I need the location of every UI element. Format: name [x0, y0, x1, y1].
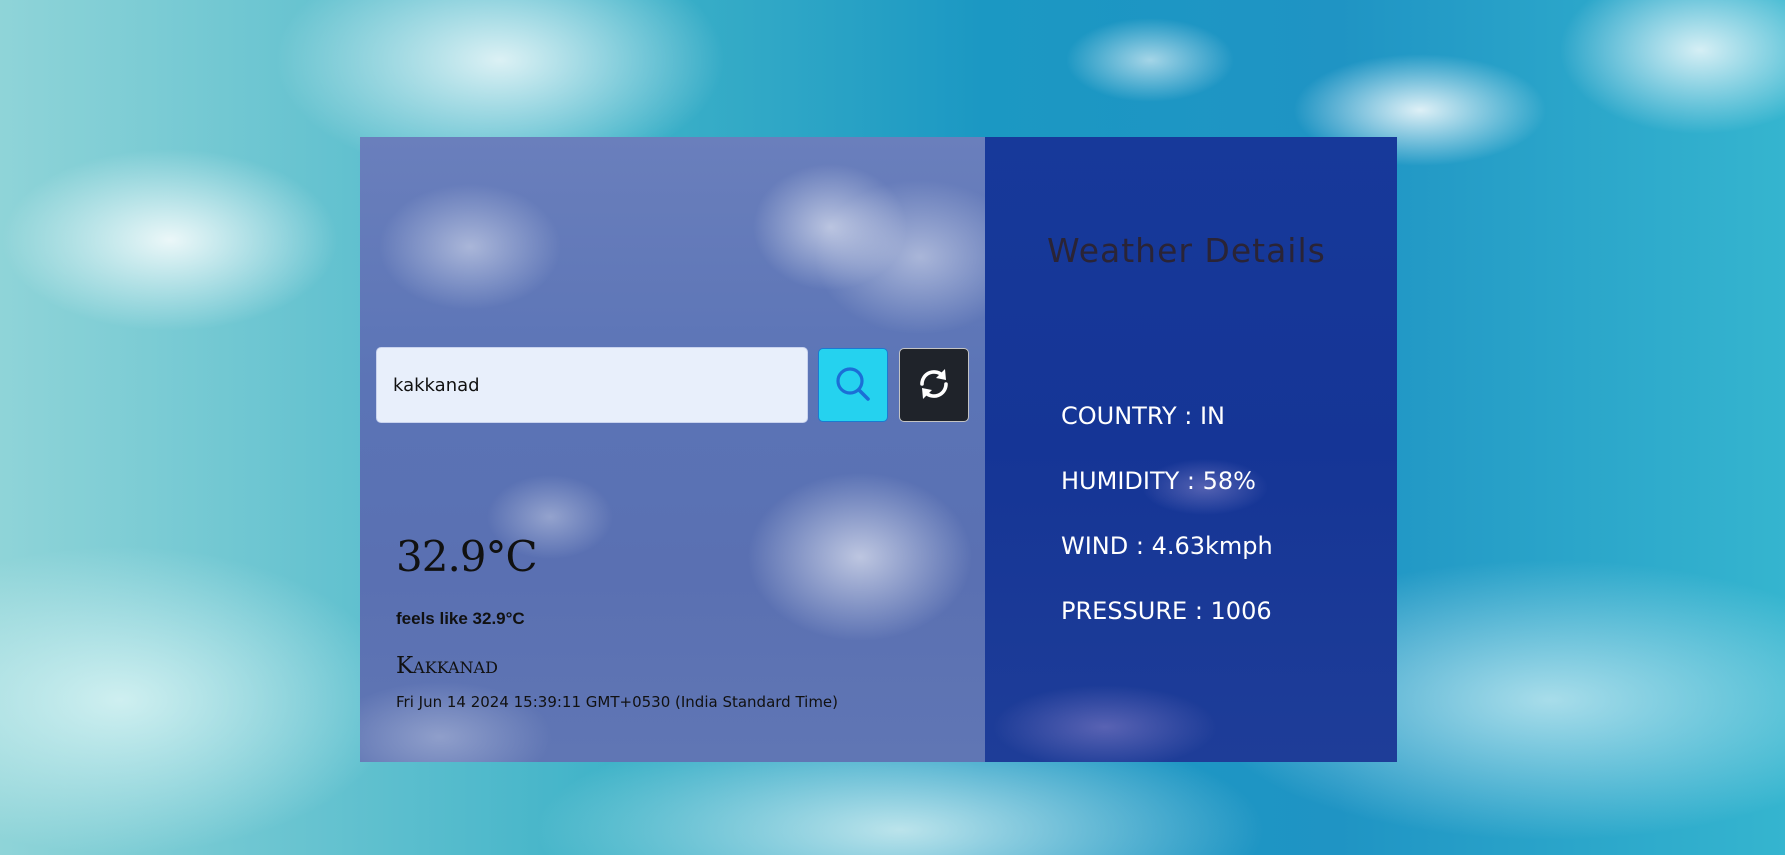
- date-time-text: Fri Jun 14 2024 15:39:11 GMT+0530 (India…: [396, 693, 839, 711]
- search-icon: [833, 364, 873, 407]
- city-name: Kakkanad: [396, 653, 498, 679]
- refresh-icon: [914, 364, 954, 407]
- details-list: COUNTRY : IN HUMIDITY : 58% WIND : 4.63k…: [1061, 402, 1273, 662]
- city-search-input[interactable]: [376, 347, 808, 423]
- detail-pressure: PRESSURE : 1006: [1061, 597, 1272, 625]
- weather-card: 32.9°C feels like 32.9°C Kakkanad Fri Ju…: [360, 137, 1397, 762]
- details-title: Weather Details: [1047, 231, 1326, 270]
- temperature-value: 32.9°C: [396, 532, 538, 581]
- feels-like-text: feels like 32.9°C: [396, 609, 525, 628]
- search-button[interactable]: [818, 348, 888, 422]
- detail-country: COUNTRY : IN: [1061, 402, 1226, 430]
- detail-humidity: HUMIDITY : 58%: [1061, 467, 1256, 495]
- search-bar: [376, 347, 969, 423]
- weather-details-panel: Weather Details COUNTRY : IN HUMIDITY : …: [985, 137, 1397, 762]
- detail-wind: WIND : 4.63kmph: [1061, 532, 1273, 560]
- refresh-button[interactable]: [899, 348, 969, 422]
- current-weather-panel: 32.9°C feels like 32.9°C Kakkanad Fri Ju…: [360, 137, 985, 762]
